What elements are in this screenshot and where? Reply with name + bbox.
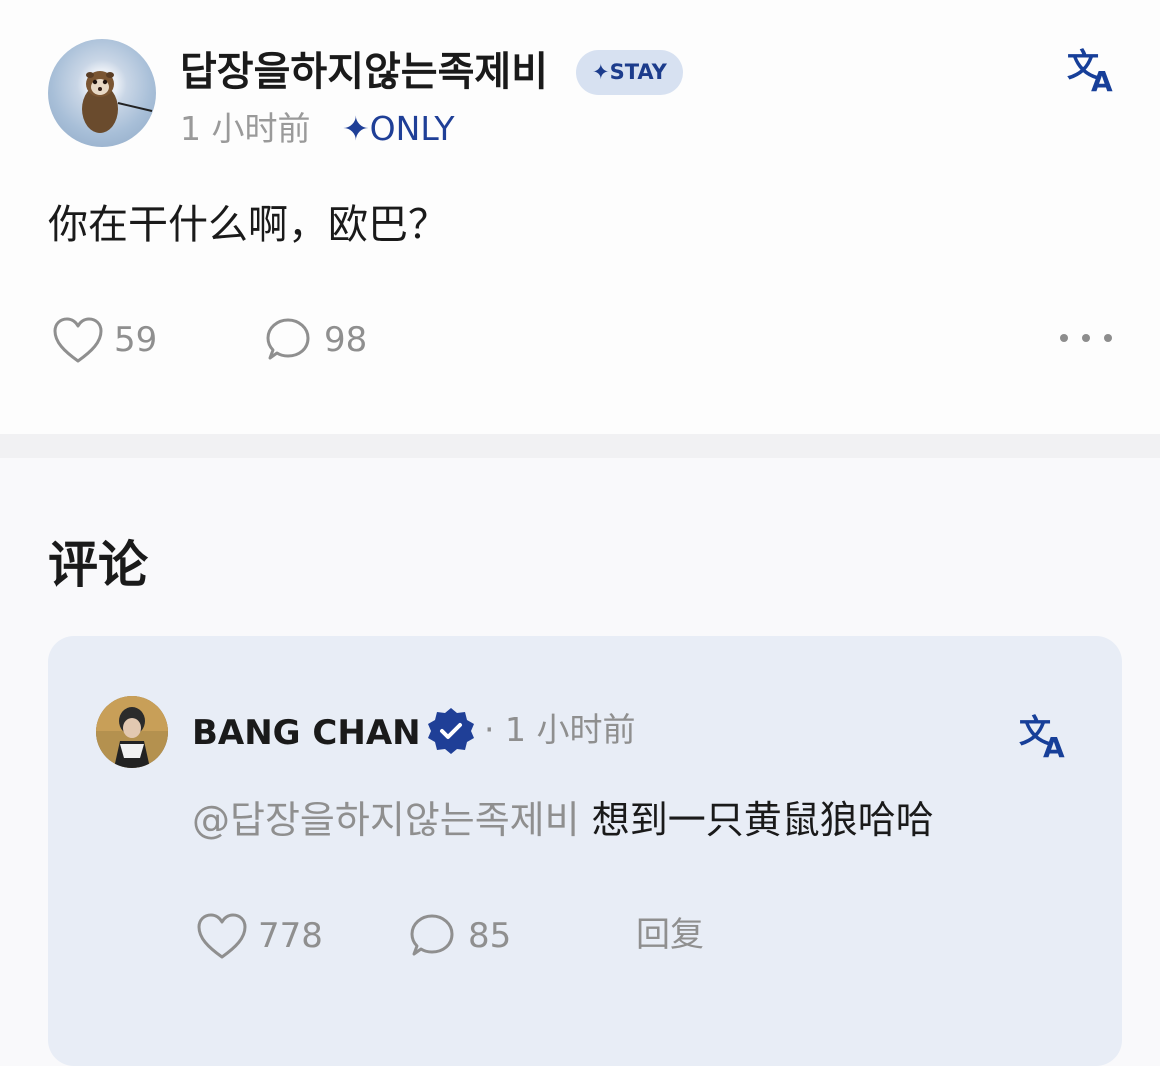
only-badge: ✦ONLY bbox=[342, 106, 454, 152]
comment-author-name[interactable]: BANG CHAN bbox=[192, 707, 421, 759]
translate-icon[interactable]: 文 A bbox=[1018, 708, 1070, 764]
comment-body: 想到一只黄鼠狼哈哈 bbox=[591, 798, 934, 842]
comment-author-avatar[interactable] bbox=[96, 696, 168, 768]
svg-text:A: A bbox=[1043, 731, 1065, 760]
reply-button[interactable]: 回复 bbox=[636, 910, 704, 960]
heart-icon bbox=[197, 913, 247, 959]
comment-text: @답장을하지않는족제비 想到一只黄鼠狼哈哈 bbox=[192, 792, 934, 848]
comment-like-action[interactable]: 778 bbox=[196, 912, 346, 962]
post-username[interactable]: 답장을하지않는족제비 bbox=[180, 44, 548, 100]
comment-mention[interactable]: @답장을하지않는족제비 bbox=[192, 798, 580, 842]
comment-bubble-icon bbox=[410, 914, 454, 956]
comment-reply-count-action[interactable]: 85 bbox=[408, 912, 528, 962]
svg-text:A: A bbox=[1091, 65, 1113, 94]
comment-time: · 1 小时前 bbox=[484, 710, 636, 749]
ferret-avatar-image bbox=[82, 71, 153, 133]
stay-badge-label: STAY bbox=[609, 60, 667, 84]
bang-chan-avatar-image bbox=[96, 696, 168, 768]
stay-badge: ✦STAY bbox=[576, 50, 683, 95]
only-badge-label: ONLY bbox=[369, 109, 455, 148]
comments-title: 评论 bbox=[48, 536, 148, 594]
comment-bubble-icon bbox=[266, 318, 310, 360]
sparkle-icon: ✦ bbox=[342, 109, 370, 148]
post-content: 你在干什么啊，欧巴？ bbox=[48, 202, 448, 248]
verified-badge-icon bbox=[428, 708, 474, 754]
more-options-icon[interactable] bbox=[1060, 334, 1114, 344]
heart-icon bbox=[53, 317, 103, 363]
like-count: 59 bbox=[114, 320, 158, 360]
like-action[interactable]: 59 bbox=[52, 316, 172, 368]
section-divider bbox=[0, 434, 1160, 458]
comment-like-count: 778 bbox=[258, 916, 323, 956]
translate-icon[interactable]: 文 A bbox=[1066, 42, 1118, 98]
comment-author-name-text: BANG CHAN bbox=[192, 713, 421, 753]
post-time: 1 小时前 bbox=[180, 109, 311, 148]
comment-time-text: 1 小时前 bbox=[504, 710, 636, 749]
comment-card bbox=[48, 636, 1122, 1066]
user-avatar[interactable] bbox=[48, 39, 156, 147]
comment-action[interactable]: 98 bbox=[264, 316, 384, 368]
comment-reply-count: 85 bbox=[468, 916, 512, 956]
comment-count: 98 bbox=[324, 320, 368, 360]
sparkle-icon: ✦ bbox=[592, 60, 610, 84]
